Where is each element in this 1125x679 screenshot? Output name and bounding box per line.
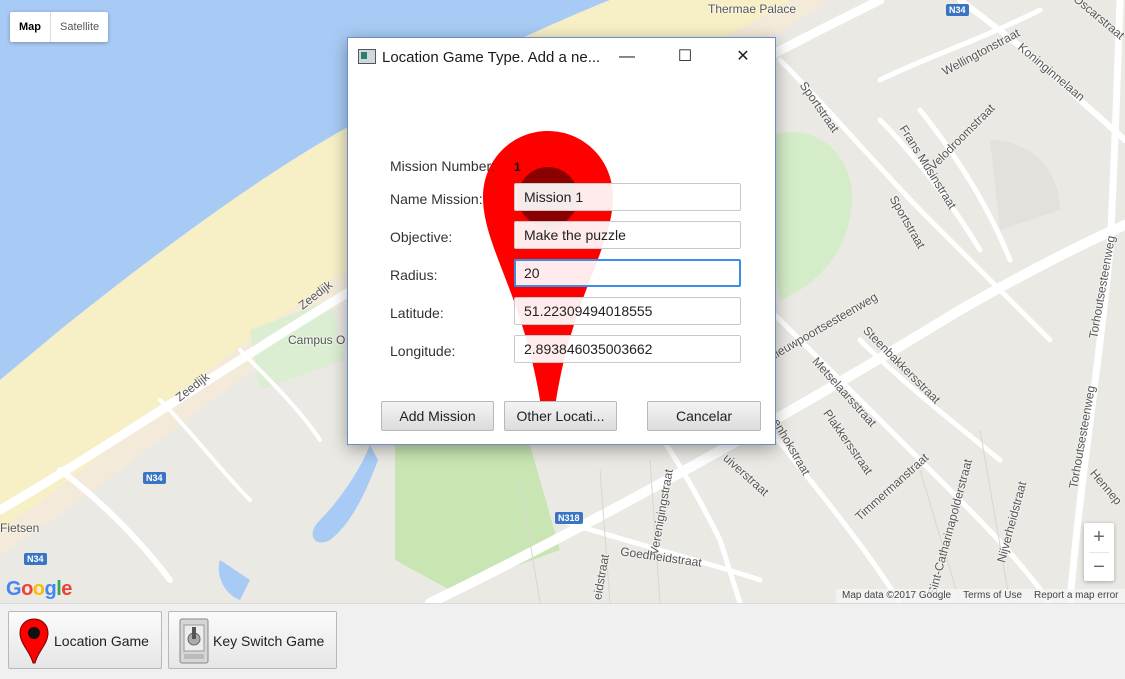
key-switch-icon — [179, 618, 209, 664]
name-mission-input[interactable]: Mission 1 — [514, 183, 741, 211]
key-switch-game-label: Key Switch Game — [213, 633, 325, 649]
google-logo-letter: g — [44, 578, 57, 600]
maximize-button[interactable]: ☐ — [662, 38, 708, 76]
google-logo-letter: o — [21, 578, 33, 600]
zoom-out-button[interactable]: − — [1084, 553, 1114, 582]
dialog-titlebar[interactable]: Location Game Type. Add a ne... — ☐ ✕ — [348, 38, 775, 76]
map-label-fietsen: Fietsen — [0, 521, 40, 535]
longitude-label: Longitude: — [390, 343, 456, 359]
map-type-satellite-button[interactable]: Satellite — [51, 12, 108, 42]
objective-label: Objective: — [390, 229, 453, 245]
minimize-button[interactable]: — — [604, 38, 650, 76]
road-shield-n34-mid: N34 — [143, 472, 166, 484]
zoom-control: + − — [1084, 523, 1114, 581]
road-shield-n318: N318 — [555, 512, 583, 524]
dialog-title: Location Game Type. Add a ne... — [382, 49, 601, 66]
map-label-campus: Campus O — [288, 333, 346, 347]
road-shield-n34-left: N34 — [24, 553, 47, 565]
map-type-control: Map Satellite — [10, 12, 109, 42]
map-label-thermae: Thermae Palace — [708, 2, 797, 16]
google-logo[interactable]: Google — [6, 578, 72, 601]
key-switch-game-button[interactable]: Key Switch Game — [168, 611, 337, 669]
mission-number-value: 1 — [514, 160, 521, 174]
zoom-in-button[interactable]: + — [1084, 523, 1114, 552]
map-attribution: Map data ©2017 Google Terms of Use Repor… — [836, 589, 1125, 603]
latitude-label: Latitude: — [390, 305, 444, 321]
dialog-body: Mission Number: 1 Name Mission: Mission … — [348, 76, 775, 442]
cancel-button[interactable]: Cancelar — [647, 401, 761, 431]
add-mission-button[interactable]: Add Mission — [381, 401, 494, 431]
radius-input[interactable]: 20 — [514, 259, 741, 287]
close-button[interactable]: ✕ — [720, 38, 766, 76]
app-window-icon — [358, 49, 376, 64]
name-mission-label: Name Mission: — [390, 191, 483, 207]
google-logo-letter: o — [32, 578, 45, 600]
mission-number-label: Mission Number: — [390, 158, 496, 174]
location-game-button[interactable]: Location Game — [8, 611, 162, 669]
terms-link[interactable]: Terms of Use — [963, 589, 1022, 603]
location-game-label: Location Game — [54, 633, 149, 649]
objective-input[interactable]: Make the puzzle — [514, 221, 741, 249]
google-logo-letter: e — [61, 578, 72, 600]
longitude-input[interactable]: 2.893846035003662 — [514, 335, 741, 363]
google-logo-letter: G — [6, 578, 22, 600]
latitude-input[interactable]: 51.22309494018555 — [514, 297, 741, 325]
game-type-toolbar: Location Game Key Switch Game — [0, 603, 1125, 679]
map-type-map-button[interactable]: Map — [10, 12, 51, 42]
location-pin-icon — [19, 618, 49, 664]
add-mission-dialog: Location Game Type. Add a ne... — ☐ ✕ Mi… — [347, 37, 776, 445]
radius-label: Radius: — [390, 267, 438, 283]
report-error-link[interactable]: Report a map error — [1034, 589, 1118, 603]
road-shield-n34-top: N34 — [946, 4, 969, 16]
map-data-text: Map data ©2017 Google — [842, 590, 952, 601]
other-location-button[interactable]: Other Locati... — [504, 401, 617, 431]
